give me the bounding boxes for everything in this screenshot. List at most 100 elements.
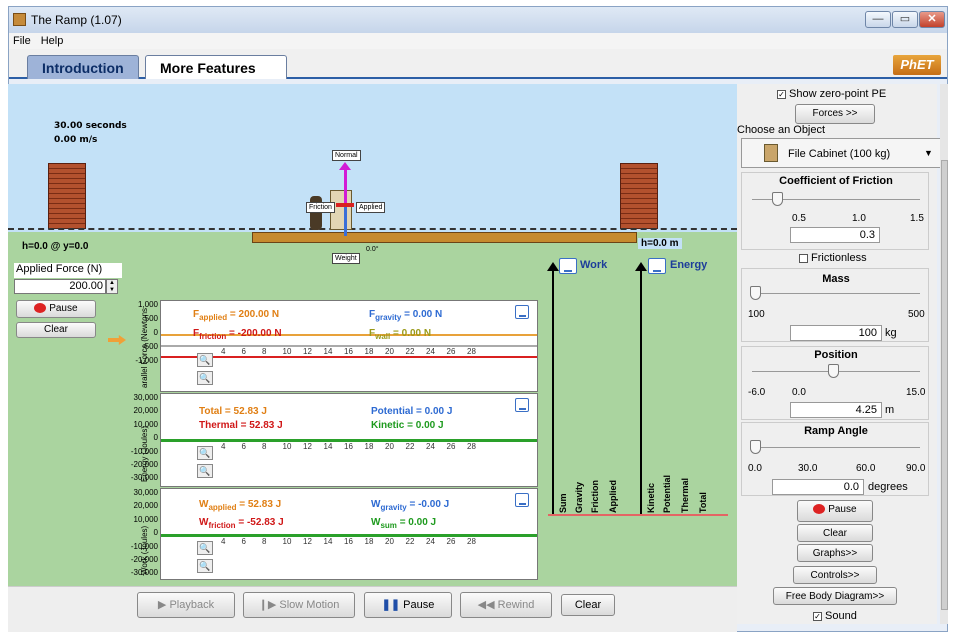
right-clear-button[interactable]: Clear bbox=[797, 524, 873, 542]
angle-input[interactable]: 0.0 bbox=[772, 479, 864, 495]
force-graph-minimize-button[interactable] bbox=[515, 305, 529, 319]
energy-bar-label-total: Total bbox=[698, 492, 708, 513]
panel-scrollbar-thumb[interactable] bbox=[941, 160, 948, 610]
show-zero-pe-checkbox[interactable]: ✓ Show zero-point PE bbox=[777, 88, 886, 100]
x-tick-label: 28 bbox=[467, 537, 476, 546]
mass-input[interactable]: 100 bbox=[790, 325, 882, 341]
angle-unit: degrees bbox=[868, 481, 908, 493]
x-tick-label: 4 bbox=[221, 442, 226, 451]
force-y-ticks: 1,000 500 0 -500 -1,000 bbox=[135, 300, 158, 365]
work-applied-readout: Wapplied = 52.83 J bbox=[199, 499, 282, 512]
position-slider-knob[interactable] bbox=[828, 364, 839, 378]
x-tick-label: 14 bbox=[323, 537, 333, 546]
work-graph-minimize-button[interactable] bbox=[515, 493, 529, 507]
x-tick-label: 28 bbox=[467, 442, 476, 451]
rewind-button[interactable]: ◀◀ Rewind bbox=[460, 592, 552, 618]
angle-tick-90: 90.0 bbox=[906, 463, 926, 474]
applied-force-spinner[interactable]: ▲ ▼ bbox=[106, 279, 118, 294]
friction-slider-knob[interactable] bbox=[772, 192, 783, 206]
force-zoom-in-button[interactable]: 🔍 bbox=[197, 353, 213, 367]
left-pause-button[interactable]: Pause bbox=[16, 300, 96, 318]
energy-axis-arrow-icon bbox=[635, 262, 647, 271]
mass-slider-knob[interactable] bbox=[750, 286, 761, 300]
x-tick-label: 22 bbox=[405, 347, 415, 356]
energy-graph-minimize-button[interactable] bbox=[515, 398, 529, 412]
object-select[interactable]: File Cabinet (100 kg) ▼ bbox=[741, 138, 941, 168]
controls-button[interactable]: Controls>> bbox=[793, 566, 877, 584]
work-y-ticks: 30,000 20,000 10,000 0 -10,000 -20,000 -30,000 bbox=[130, 488, 158, 578]
right-pause-button[interactable]: Pause bbox=[797, 500, 873, 522]
force-zoom-out-button[interactable]: 🔍 bbox=[197, 371, 213, 385]
x-tick-label: 12 bbox=[303, 537, 312, 546]
x-tick-label: 12 bbox=[303, 442, 312, 451]
menu-bar: File Help bbox=[9, 33, 947, 49]
frictionless-checkbox[interactable]: Frictionless bbox=[799, 252, 867, 264]
x-tick-label: 6 bbox=[241, 537, 246, 546]
work-graph: Wapplied = 52.83 J Wfriction = -52.83 J … bbox=[160, 488, 538, 580]
angle-slider-track[interactable] bbox=[752, 447, 920, 448]
x-tick-label: 28 bbox=[467, 347, 476, 356]
forces-button[interactable]: Forces >> bbox=[795, 104, 875, 124]
free-body-diagram-button[interactable]: Free Body Diagram>> bbox=[773, 587, 897, 605]
x-tick-label: 18 bbox=[364, 537, 374, 546]
x-tick-label: 22 bbox=[405, 442, 415, 451]
friction-input[interactable]: 0.3 bbox=[790, 227, 880, 243]
work-zoom-in-button[interactable]: 🔍 bbox=[197, 541, 213, 555]
friction-title: Coefficient of Friction bbox=[779, 175, 893, 187]
normal-force-arrow bbox=[344, 168, 347, 206]
checkbox-checked-icon: ✓ bbox=[813, 611, 822, 621]
position-tick-zero: 0.0 bbox=[792, 387, 806, 398]
energy-bar-label-kinetic: Kinetic bbox=[646, 482, 656, 513]
position-unit: m bbox=[885, 404, 895, 416]
angle-tick-60: 60.0 bbox=[856, 463, 876, 474]
angle-slider-knob[interactable] bbox=[750, 440, 761, 454]
sound-checkbox[interactable]: ✓ Sound bbox=[813, 610, 857, 622]
force-wall-readout: Fwall = 0.00 N bbox=[369, 328, 432, 341]
position-input[interactable]: 4.25 bbox=[790, 402, 882, 418]
energy-zoom-in-button[interactable]: 🔍 bbox=[197, 446, 213, 460]
x-tick-label: 10 bbox=[282, 537, 292, 546]
close-button[interactable]: ✕ bbox=[919, 11, 945, 28]
menu-help[interactable]: Help bbox=[41, 33, 64, 49]
menu-file[interactable]: File bbox=[13, 33, 31, 49]
rewind-icon: ◀◀ bbox=[477, 599, 495, 611]
energy-bar-axis bbox=[640, 268, 642, 516]
x-tick-label: 6 bbox=[241, 442, 246, 451]
time-readout: 30.00 seconds bbox=[54, 121, 127, 131]
minimize-button[interactable]: — bbox=[865, 11, 891, 28]
playback-button[interactable]: ▶ Playback bbox=[137, 592, 235, 618]
work-bar-axis bbox=[552, 268, 554, 516]
maximize-button[interactable]: ▭ bbox=[892, 11, 918, 28]
work-bar-minimize-button[interactable] bbox=[559, 258, 577, 274]
mass-slider-track[interactable] bbox=[752, 293, 920, 294]
friction-section: Coefficient of Friction 0.5 1.0 1.5 0.3 bbox=[741, 172, 929, 250]
energy-zoom-out-button[interactable]: 🔍 bbox=[197, 464, 213, 478]
energy-bar-minimize-button[interactable] bbox=[648, 258, 666, 274]
left-wall bbox=[48, 163, 86, 229]
applied-force-input[interactable]: 200.00 bbox=[14, 279, 106, 294]
left-clear-button[interactable]: Clear bbox=[16, 322, 96, 338]
work-zoom-out-button[interactable]: 🔍 bbox=[197, 559, 213, 573]
energy-graph: Total = 52.83 J Thermal = 52.83 J Potent… bbox=[160, 393, 538, 487]
bottom-clear-button[interactable]: Clear bbox=[561, 594, 615, 616]
choose-object-label: Choose an Object bbox=[737, 124, 826, 136]
stop-icon bbox=[34, 303, 47, 314]
friction-tick-3: 1.5 bbox=[910, 213, 924, 224]
tab-more-features[interactable]: More Features bbox=[145, 55, 287, 79]
tab-introduction[interactable]: Introduction bbox=[27, 55, 139, 79]
bar-baseline bbox=[548, 514, 728, 516]
energy-y-ticks: 30,000 20,000 10,000 0 -10,000 -20,000 -30,000 bbox=[130, 393, 158, 483]
angle-label: 0.0° bbox=[366, 246, 379, 253]
x-tick-label: 26 bbox=[446, 347, 456, 356]
control-panel: ✓ Show zero-point PE Forces >> Choose an … bbox=[737, 84, 941, 624]
checkbox-unchecked-icon bbox=[799, 253, 808, 263]
graphs-button[interactable]: Graphs>> bbox=[797, 544, 873, 562]
mass-unit: kg bbox=[885, 327, 897, 339]
slow-motion-button[interactable]: ❙▶ Slow Motion bbox=[243, 592, 355, 618]
mass-tick-min: 100 bbox=[748, 309, 765, 320]
weight-label: Weight bbox=[332, 253, 360, 264]
speed-readout: 0.00 m/s bbox=[54, 135, 98, 145]
ramp[interactable] bbox=[252, 232, 637, 243]
pause-button[interactable]: ❚❚ Pause bbox=[364, 592, 452, 618]
pause-icon: ❚❚ bbox=[381, 599, 401, 611]
